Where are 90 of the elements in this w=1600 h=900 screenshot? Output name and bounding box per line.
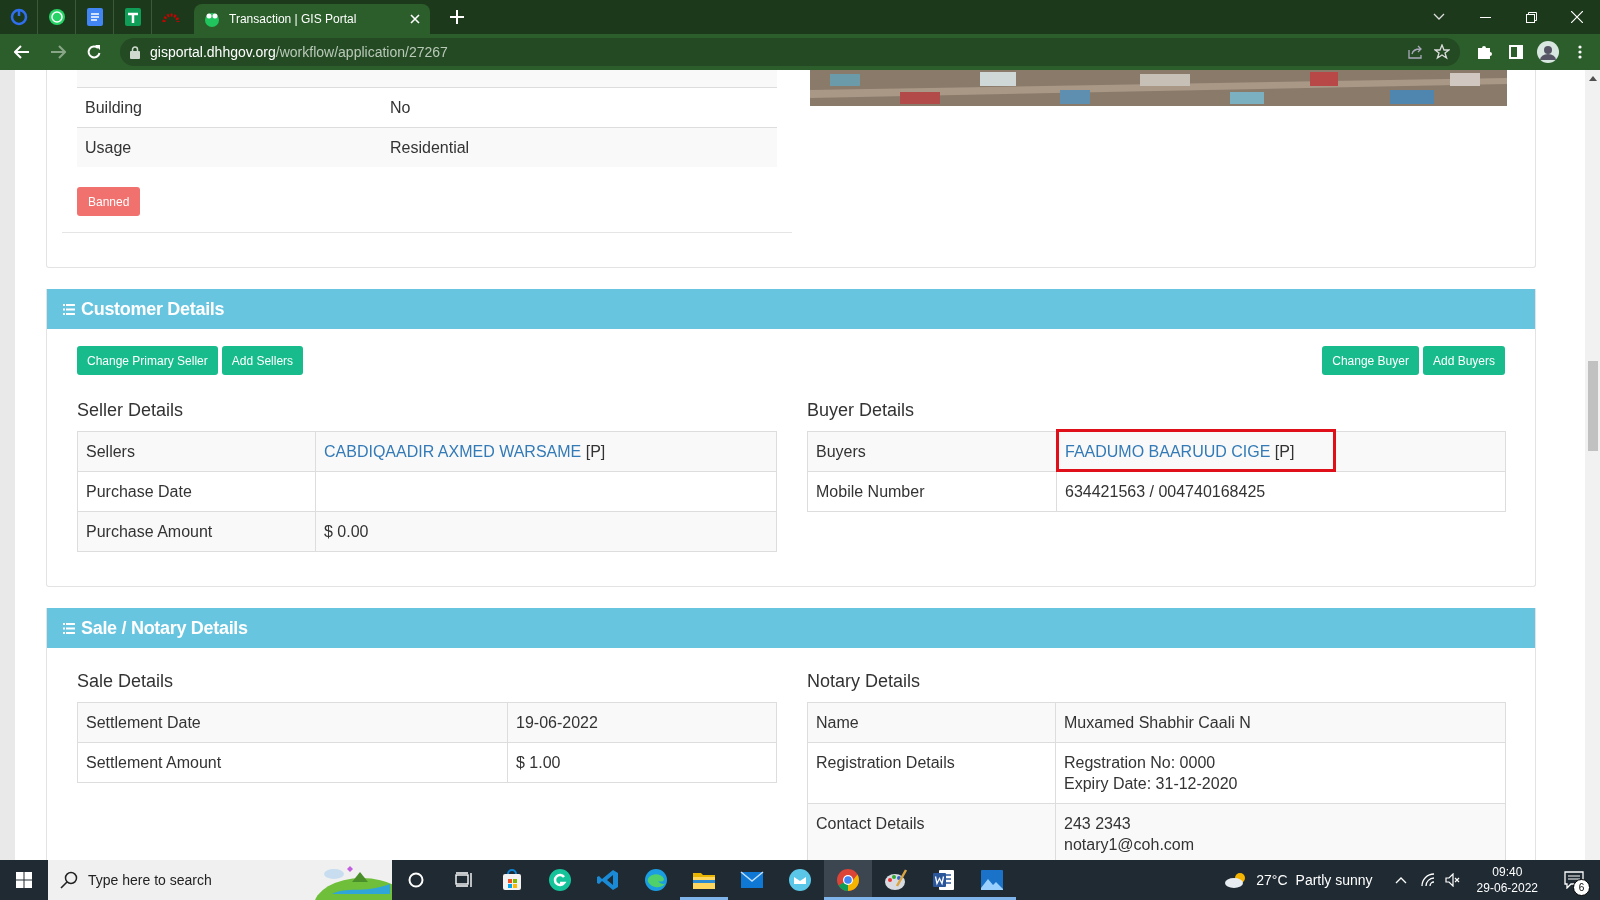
cell-text: Muxamed Shabhir Caali N [1064, 714, 1251, 731]
search-field[interactable]: Type here to search [48, 860, 392, 900]
primary-marker: [P] [585, 443, 606, 460]
circle-g-icon [548, 868, 572, 892]
forward-icon[interactable] [50, 45, 66, 59]
chrome-icon [836, 868, 860, 892]
field-label: Name [816, 714, 859, 731]
buyer-seller-link[interactable]: FAADUMO BAARUUD CIGE [1065, 443, 1271, 460]
frog-icon [204, 11, 220, 27]
message-icon [1564, 871, 1584, 889]
code-editor-icon [596, 868, 620, 892]
chat-icon[interactable] [47, 8, 66, 26]
section-heading: Sale Details [77, 670, 175, 692]
section-title: Customer Details [81, 298, 225, 320]
clock-time: 09:40 [1492, 864, 1523, 880]
notification-button[interactable]: 6 [1554, 860, 1594, 900]
more-icon[interactable] [1578, 45, 1582, 59]
task-view-icon [455, 872, 473, 888]
reload-icon[interactable] [86, 44, 102, 60]
scrollbar-thumb[interactable] [1587, 361, 1598, 451]
list-icon [63, 303, 75, 315]
status-label: Banned [77, 187, 141, 216]
cell-text: No [390, 99, 411, 116]
browser-wave-icon [644, 868, 668, 892]
search-icon [60, 871, 78, 889]
palette-icon [884, 868, 908, 892]
star-icon[interactable] [1434, 44, 1450, 60]
circle-icon [408, 872, 424, 888]
chevron-down-icon[interactable] [1433, 13, 1445, 21]
action-button[interactable]: Add Sellers [221, 346, 304, 375]
primary-marker: [P] [1274, 443, 1295, 460]
field-label: Purchase Amount [86, 523, 213, 540]
store-icon [500, 868, 524, 892]
buyer-seller-link[interactable]: CABDIQAADIR AXMED WARSAME [324, 443, 582, 460]
avatar-icon[interactable] [1537, 41, 1559, 63]
document-icon[interactable] [86, 8, 103, 26]
notification-count: 6 [1573, 879, 1590, 896]
action-button[interactable]: Change Buyer [1322, 346, 1419, 375]
section-title: Sale / Notary Details [81, 617, 248, 639]
cell-text: 243 2343 [1064, 814, 1132, 834]
browser-tab[interactable]: Transaction | GIS Portal [194, 4, 430, 34]
share-icon[interactable] [1408, 45, 1424, 59]
section-heading: Seller Details [77, 399, 185, 421]
clock-date: 29-06-2022 [1476, 880, 1538, 896]
cell-text: 634421563 / 004740168425 [1065, 483, 1266, 500]
cell-text: $ 0.00 [324, 523, 369, 540]
muted-speaker-icon[interactable] [1444, 873, 1461, 887]
field-label: Registration Details [816, 754, 955, 771]
chat-bubble-icon [788, 868, 812, 892]
close-icon[interactable] [1571, 11, 1583, 23]
field-label: Sellers [86, 443, 135, 460]
network-icon[interactable] [1420, 873, 1437, 887]
close-icon[interactable] [410, 14, 420, 24]
action-button[interactable]: Add Buyers [1422, 346, 1505, 375]
chevron-up-icon[interactable] [1394, 876, 1407, 884]
field-label: Usage [85, 139, 132, 156]
side-panel-icon[interactable] [1509, 45, 1523, 59]
restore-icon[interactable] [1525, 11, 1537, 23]
cell-text: 19-06-2022 [516, 714, 598, 731]
field-label: Contact Details [816, 815, 925, 832]
lock-icon [130, 45, 140, 59]
cell-text: Regstration No: 0000 [1064, 753, 1217, 773]
weather-temperature: 27°C [1256, 872, 1288, 888]
field-label: Settlement Amount [86, 754, 222, 771]
list-icon [63, 622, 75, 634]
new-tab-icon[interactable] [450, 10, 464, 24]
section-heading: Buyer Details [807, 399, 916, 421]
scroll-up-icon[interactable] [1588, 76, 1597, 81]
cell-text: notary1@coh.com [1064, 835, 1196, 855]
section-heading: Notary Details [807, 670, 922, 692]
cell-text: Expiry Date: 31-12-2020 [1064, 774, 1239, 794]
cell-text: $ 1.00 [516, 754, 561, 771]
minimize-icon[interactable] [1479, 16, 1491, 18]
power-icon[interactable] [9, 8, 28, 26]
action-button[interactable]: Change Primary Seller [77, 346, 218, 375]
field-label: Settlement Date [86, 714, 201, 731]
weather-condition: Partly sunny [1295, 872, 1373, 888]
address-bar[interactable]: gisportal.dhhgov.org/workflow/application/27267 [120, 38, 1460, 66]
windows-icon [16, 872, 32, 888]
cell-text: Residential [390, 139, 470, 156]
clock[interactable]: 09:40 29-06-2022 [1476, 864, 1538, 896]
url-text: gisportal.dhhgov.org/workflow/application/27267 [150, 44, 449, 60]
landscape-photo-icon [980, 868, 1004, 892]
field-label: Purchase Date [86, 483, 192, 500]
word-doc-icon [932, 868, 956, 892]
field-label: Building [85, 99, 142, 116]
field-label: Mobile Number [816, 483, 925, 500]
field-label: Buyers [816, 443, 866, 460]
back-icon[interactable] [14, 45, 30, 59]
puzzle-icon[interactable] [1476, 44, 1492, 60]
